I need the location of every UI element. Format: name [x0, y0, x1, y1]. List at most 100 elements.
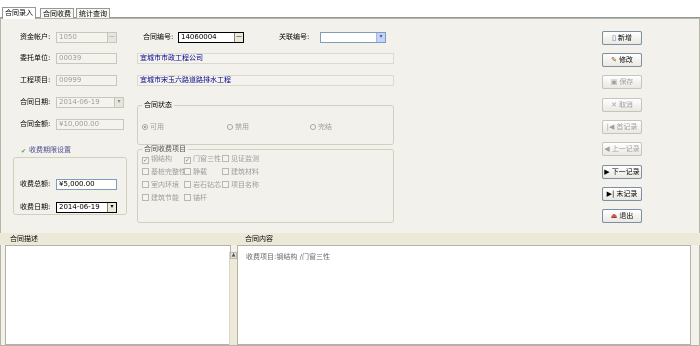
contract-status-group: 合同状态 — [137, 101, 394, 145]
cancel-button[interactable]: ✕ 取消 — [602, 98, 642, 112]
fund-account-label: 资金帐户: — [20, 33, 51, 41]
last-record-button[interactable]: ▶| 末记录 — [602, 187, 642, 201]
related-no-label: 关联编号: — [279, 33, 310, 41]
checkbox-check-icon: ✓ — [142, 157, 149, 164]
fee-item-checkbox[interactable]: 建筑节能 — [142, 194, 179, 203]
status-radio-finished[interactable]: 完结 — [310, 123, 332, 132]
fee-date-picker[interactable]: 2014-06-19 ▾ — [56, 202, 117, 213]
checkbox-box-icon — [184, 168, 191, 175]
app-window: 合同录入 合同收费 统计查询 资金帐户: 1050 — 委托单位: 00039 … — [0, 0, 700, 346]
fee-item-label: 建筑材料 — [231, 168, 259, 176]
chevron-down-icon[interactable]: ▾ — [107, 203, 116, 212]
contract-date-picker[interactable]: 2014-06-19 ▾ — [56, 97, 124, 108]
fee-period-setting-label: 收费期限设置 — [29, 146, 71, 154]
checkbox-box-icon — [184, 181, 191, 188]
ellipsis-icon[interactable]: — — [234, 33, 243, 42]
checkbox-box-icon — [142, 168, 149, 175]
radio-icon — [142, 124, 148, 130]
fee-item-label: 项目名称 — [231, 181, 259, 189]
project-field[interactable]: 00999 — [56, 75, 117, 86]
fee-item-checkbox[interactable]: 基桩完整性 — [142, 168, 186, 177]
checkbox-box-icon — [142, 181, 149, 188]
radio-icon — [227, 124, 233, 130]
contract-no-field[interactable]: 14060004 — — [178, 32, 244, 43]
button-label: 保存 — [619, 78, 634, 86]
next-record-icon: ▶ — [604, 168, 610, 176]
contract-amount-field[interactable]: ¥10,000.00 — [56, 119, 124, 130]
contract-content-textarea[interactable]: 收费项目:钢结构 /门窗三性 — [237, 245, 691, 345]
prev-record-icon: ◀ — [604, 145, 610, 153]
button-label: 退出 — [619, 212, 634, 220]
fee-total-label: 收费总额: — [20, 180, 51, 188]
status-radio-disabled[interactable]: 禁用 — [227, 123, 249, 132]
fee-item-checkbox[interactable]: 项目名称 — [222, 181, 259, 190]
fee-item-label: 建筑节能 — [151, 194, 179, 202]
fee-item-checkbox[interactable]: 建筑材料 — [222, 168, 259, 177]
cancel-icon: ✕ — [611, 101, 617, 109]
contract-amount-label: 合同金额: — [20, 120, 51, 128]
edit-button[interactable]: ✎ 修改 — [602, 53, 642, 67]
checkbox-check-icon: ✓ — [184, 157, 191, 164]
prev-record-button[interactable]: ◀ 上一记录 — [602, 142, 642, 156]
fund-account-field[interactable]: 1050 — — [56, 32, 117, 43]
chevron-down-icon[interactable]: ▾ — [376, 33, 385, 42]
fee-item-checkbox[interactable]: ✓ 门窗三性 — [184, 155, 221, 164]
fee-item-checkbox[interactable]: 岩石钻芯 — [184, 181, 221, 190]
button-label: 上一记录 — [611, 145, 640, 153]
scroll-up-icon[interactable]: ▲ — [230, 252, 237, 259]
next-record-button[interactable]: ▶ 下一记录 — [602, 165, 642, 179]
button-label: 修改 — [618, 56, 633, 64]
fee-total-field[interactable]: ¥5,000.00 — [56, 179, 117, 190]
tab-contract-entry[interactable]: 合同录入 — [2, 7, 36, 19]
contract-status-title: 合同状态 — [142, 101, 174, 110]
fee-item-label: 岩石钻芯 — [193, 181, 221, 189]
project-label: 工程项目: — [20, 76, 51, 84]
contract-description-textarea[interactable] — [5, 245, 231, 345]
client-unit-field[interactable]: 00039 — [56, 53, 117, 64]
checkbox-box-icon — [142, 194, 149, 201]
fee-item-checkbox[interactable]: ✓ 钢结构 — [142, 155, 172, 164]
fee-item-label: 基桩完整性 — [151, 168, 186, 176]
exit-button[interactable]: ⏏ 退出 — [602, 209, 642, 223]
fee-item-checkbox[interactable]: 锚杆 — [184, 194, 207, 203]
fee-item-label: 室内环境 — [151, 181, 179, 189]
status-radio-available[interactable]: 可用 — [142, 123, 164, 132]
contract-content-header: 合同内容 — [235, 233, 700, 245]
related-no-select[interactable]: ▾ — [320, 32, 386, 43]
button-label: 下一记录 — [611, 168, 640, 176]
exit-icon: ⏏ — [610, 212, 618, 220]
fee-item-label: 钢结构 — [151, 155, 172, 163]
fee-date-label: 收费日期: — [20, 203, 51, 211]
fee-date-value: 2014-06-19 — [59, 203, 100, 211]
contract-description-header: 合同描述 — [0, 233, 235, 245]
fee-period-setting-checkbox[interactable]: ✔ 收费期限设置 — [20, 146, 71, 156]
fee-item-label: 见证监测 — [231, 155, 259, 163]
fee-item-checkbox[interactable]: 室内环境 — [142, 181, 179, 190]
new-button[interactable]: ▯ 新增 — [602, 31, 642, 45]
new-doc-icon: ▯ — [612, 34, 616, 42]
checkbox-box-icon — [184, 194, 191, 201]
save-button[interactable]: ▣ 保存 — [602, 75, 642, 89]
first-record-button[interactable]: |◀ 首记录 — [602, 120, 642, 134]
fee-item-checkbox[interactable]: 见证监测 — [222, 155, 259, 164]
status-option-label: 完结 — [318, 123, 332, 131]
button-label: 取消 — [618, 101, 633, 109]
fee-items-title: 合同收费项目 — [142, 145, 188, 154]
checkbox-box-icon — [222, 168, 229, 175]
fee-item-label: 锚杆 — [193, 194, 207, 202]
contract-date-value: 2014-06-19 — [59, 98, 100, 106]
contract-no-label: 合同编号: — [143, 33, 174, 41]
fee-item-checkbox[interactable]: 静载 — [184, 168, 207, 177]
content-scrollbar[interactable]: ▲ — [229, 252, 237, 345]
checkbox-box-icon — [222, 155, 229, 162]
fee-item-label: 静载 — [193, 168, 207, 176]
project-name-display: 宜城市宋玉六路道路排水工程 — [137, 75, 394, 86]
chevron-down-icon[interactable]: ▾ — [114, 98, 123, 107]
last-record-icon: ▶| — [606, 190, 615, 198]
status-option-label: 禁用 — [235, 123, 249, 131]
fee-item-label: 门窗三性 — [193, 155, 221, 163]
ellipsis-icon[interactable]: — — [107, 33, 116, 42]
status-option-label: 可用 — [150, 123, 164, 131]
first-record-icon: |◀ — [606, 123, 615, 131]
radio-icon — [310, 124, 316, 130]
